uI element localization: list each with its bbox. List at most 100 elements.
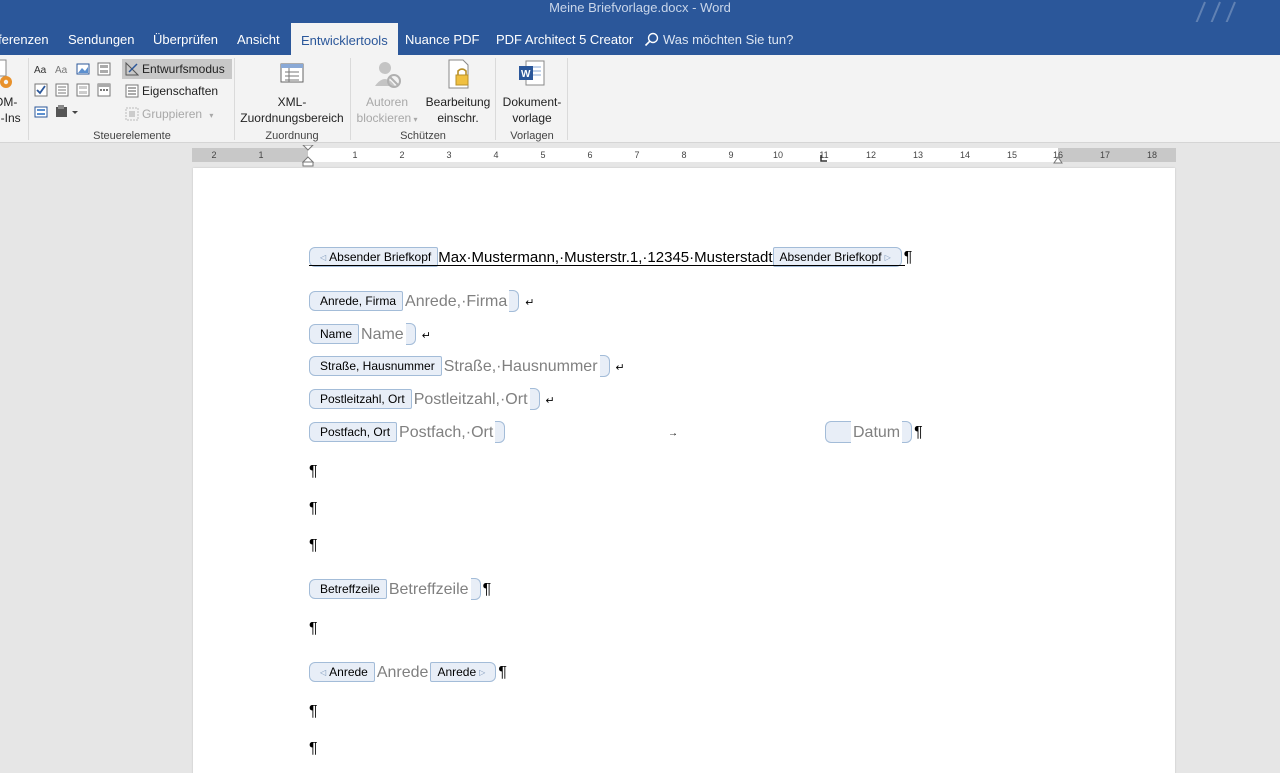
- tab-pdf-architect[interactable]: PDF Architect 5 Creator: [496, 22, 633, 55]
- gear-icon: [0, 59, 12, 88]
- content-control-tag[interactable]: Postleitzahl, Ort: [309, 389, 412, 409]
- content-control-placeholder[interactable]: Postleitzahl,·Ort: [412, 387, 530, 413]
- legacy-tools-icon[interactable]: [55, 105, 81, 119]
- plain-text-control-icon[interactable]: Aa: [55, 62, 69, 76]
- ruler-label: 4: [493, 150, 499, 160]
- block-authors-button[interactable]: Autoren blockieren ▾: [352, 58, 422, 128]
- tab-ansicht[interactable]: Ansicht: [237, 22, 280, 55]
- title-bar: Meine Briefvorlage.docx - Word: [0, 0, 1280, 51]
- content-control-tag[interactable]: Straße, Hausnummer: [309, 356, 442, 376]
- indent-marker-icon[interactable]: [302, 145, 314, 167]
- ruler-label: 8: [681, 150, 687, 160]
- ruler-label: 1: [352, 150, 358, 160]
- combo-box-control-icon[interactable]: [55, 83, 69, 97]
- content-control-placeholder[interactable]: Name: [359, 322, 406, 348]
- salutation-tag-end[interactable]: Anrede ▷: [430, 662, 497, 682]
- pilcrow: ¶: [903, 249, 913, 266]
- ruler-label: 15: [1006, 150, 1018, 160]
- field-name[interactable]: Name Name ↵: [309, 322, 431, 346]
- sender-tag-start[interactable]: ◁ Absender Briefkopf: [309, 247, 439, 267]
- ruler-label: 2: [399, 150, 405, 160]
- tab-ueberpruefen[interactable]: Überprüfen: [153, 22, 218, 55]
- properties-icon: [125, 84, 139, 98]
- group-separator: [350, 58, 351, 140]
- line-break-mark: ↵: [545, 395, 555, 407]
- ruler-bar[interactable]: 2 1 1 2 3 4 5 6 7 8 9 10 11 12 13 14 15 …: [192, 145, 1176, 167]
- field-anrede-firma[interactable]: Anrede, Firma Anrede,·Firma ↵: [309, 289, 535, 313]
- content-control-tag[interactable]: Postfach, Ort: [309, 422, 398, 442]
- horizontal-ruler[interactable]: 2 1 1 2 3 4 5 6 7 8 9 10 11 12 13 14 15 …: [0, 143, 1280, 167]
- tab-stop-marker-icon[interactable]: [820, 155, 828, 163]
- content-control-end: [599, 355, 610, 377]
- content-control-placeholder[interactable]: Straße,·Hausnummer: [442, 354, 600, 380]
- block-authors-line2: blockieren: [356, 111, 412, 125]
- xml-mapping-icon: [280, 63, 304, 83]
- repeating-section-control-icon[interactable]: [34, 105, 48, 119]
- ruler-label: 1: [258, 150, 264, 160]
- content-control-end: [509, 290, 520, 312]
- tab-referenzen[interactable]: ferenzen: [0, 22, 49, 55]
- group-separator: [495, 58, 496, 140]
- rich-text-control-icon[interactable]: Aa: [34, 62, 48, 76]
- document-template-button[interactable]: W Dokument- vorlage: [497, 58, 567, 126]
- date-picker-control-icon[interactable]: [97, 83, 111, 97]
- group-separator: [28, 58, 29, 140]
- restrict-editing-line1: Bearbeitung: [425, 95, 491, 109]
- line-break-mark: ↵: [615, 362, 625, 374]
- pilcrow: ¶: [482, 581, 492, 598]
- xml-mapping-pane-button[interactable]: XML- Zuordnungsbereich: [236, 58, 348, 126]
- field-anrede[interactable]: ◁ Anrede Anrede Anrede ▷ ¶: [309, 660, 507, 684]
- subject-placeholder[interactable]: Betreffzeile: [387, 577, 471, 603]
- ruler-label: 3: [446, 150, 452, 160]
- design-mode-button[interactable]: Entwurfsmodus: [122, 59, 232, 79]
- line-break-mark: ↵: [525, 297, 535, 309]
- sender-address-text: Max·Mustermann,·Musterstr.1,·12345·Muste…: [438, 249, 773, 266]
- restrict-editing-button[interactable]: Bearbeitung einschr.: [422, 58, 494, 126]
- content-control-end: [495, 421, 506, 443]
- salutation-tag-start[interactable]: ◁ Anrede: [309, 662, 375, 682]
- field-postleitzahl-ort[interactable]: Postleitzahl, Ort Postleitzahl,·Ort ↵: [309, 387, 555, 411]
- dropdown-list-control-icon[interactable]: [76, 83, 90, 97]
- group-label-zuordnung: Zuordnung: [265, 130, 319, 142]
- ribbon-tabs: ferenzen Sendungen Überprüfen Ansicht En…: [0, 22, 1280, 55]
- salutation-placeholder[interactable]: Anrede: [375, 660, 431, 686]
- picture-control-icon[interactable]: [76, 62, 90, 76]
- right-indent-marker-icon[interactable]: [1053, 155, 1063, 164]
- date-placeholder[interactable]: Datum: [851, 420, 902, 446]
- content-control-tag[interactable]: Name: [309, 324, 360, 344]
- tab-sendungen[interactable]: Sendungen: [68, 22, 135, 55]
- content-control-tag[interactable]: Anrede, Firma: [309, 291, 404, 311]
- line-break-mark: ↵: [421, 330, 431, 342]
- com-addins-line1: OM-: [0, 95, 18, 109]
- ruler-label: 18: [1146, 150, 1158, 160]
- ruler-label: 2: [211, 150, 217, 160]
- content-control-tag[interactable]: Betreffzeile: [309, 579, 387, 599]
- ruler-label: 14: [959, 150, 971, 160]
- document-template-line2: vorlage: [512, 111, 552, 125]
- properties-button[interactable]: Eigenschaften: [122, 81, 218, 101]
- content-control-end: [470, 578, 481, 600]
- checkbox-control-icon[interactable]: [34, 83, 48, 97]
- content-control-placeholder[interactable]: Anrede,·Firma: [403, 289, 509, 315]
- restrict-editing-icon: [448, 59, 469, 89]
- field-strasse-hausnummer[interactable]: Straße, Hausnummer Straße,·Hausnummer ↵: [309, 354, 625, 378]
- field-betreffzeile[interactable]: Betreffzeile Betreffzeile ¶: [309, 577, 491, 601]
- sender-tag-end[interactable]: Absender Briefkopf ▷: [772, 247, 902, 267]
- content-control-end: [405, 323, 416, 345]
- design-mode-label: Entwurfsmodus: [142, 62, 225, 76]
- empty-paragraph-mark: ¶: [309, 463, 318, 480]
- field-datum[interactable]: Datum ¶: [825, 420, 923, 444]
- group-separator: [234, 58, 235, 140]
- tab-entwicklertools[interactable]: Entwicklertools: [291, 23, 398, 55]
- xml-mapping-line2: Zuordnungsbereich: [240, 111, 344, 125]
- building-block-control-icon[interactable]: [97, 62, 111, 76]
- com-addins-button[interactable]: OM- d-Ins: [0, 58, 26, 126]
- content-control-placeholder[interactable]: Postfach,·Ort: [397, 420, 495, 446]
- svg-text:W: W: [521, 69, 531, 80]
- pilcrow: ¶: [914, 424, 923, 441]
- tell-me-box[interactable]: Was möchten Sie tun?: [644, 22, 793, 55]
- tab-nuance-pdf[interactable]: Nuance PDF: [405, 22, 479, 55]
- group-button[interactable]: Gruppieren ▾: [122, 104, 213, 124]
- field-postfach-ort[interactable]: Postfach, Ort Postfach,·Ort: [309, 420, 506, 446]
- content-control-end: [902, 421, 913, 443]
